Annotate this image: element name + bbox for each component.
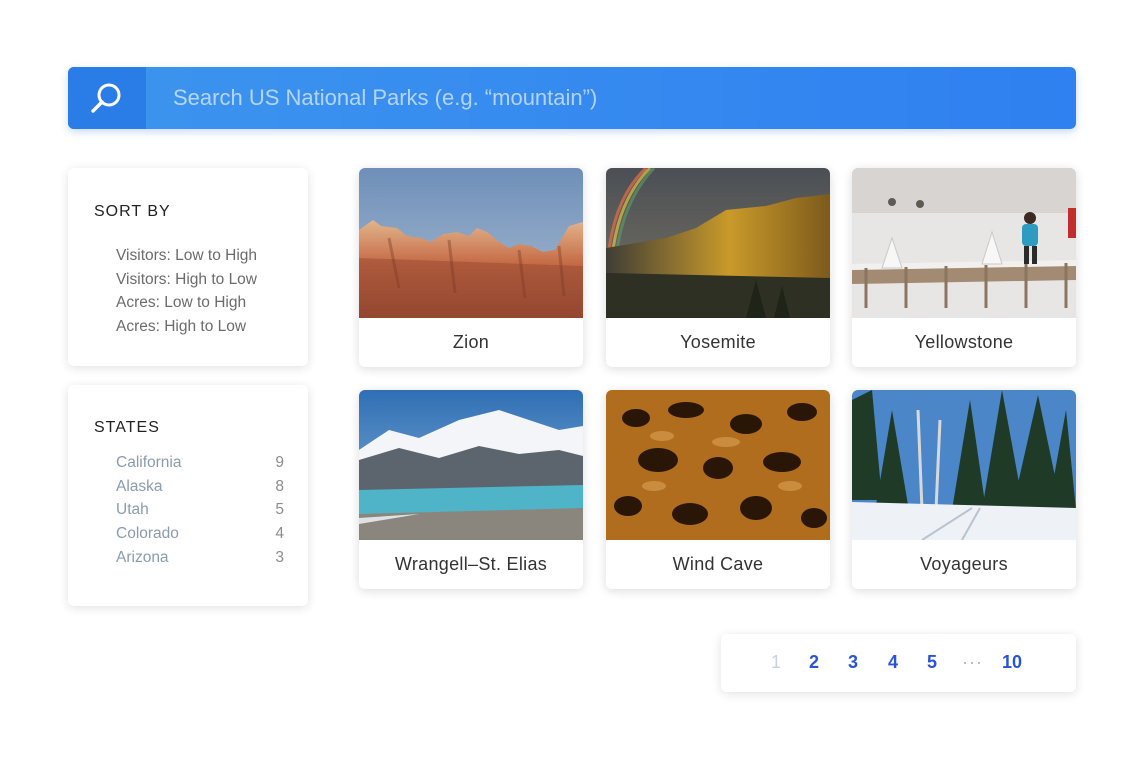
park-photo-wrangell-st-elias [359,390,583,540]
state-name: Utah [116,501,149,519]
park-name: Wrangell–St. Elias [394,554,548,574]
search-icon [91,83,121,113]
state-filter-alaska[interactable]: Alaska 8 [116,475,284,499]
sort-options: Visitors: Low to High Visitors: High to … [116,244,257,339]
state-name: Colorado [116,525,179,543]
park-photo-yellowstone [852,168,1076,318]
search-bar [68,67,1076,129]
park-photo-yosemite [606,168,830,318]
states-title: STATES [94,419,160,436]
state-filter-colorado[interactable]: Colorado 4 [116,522,284,546]
park-name: Wind Cave [672,554,764,574]
state-count: 3 [275,548,284,566]
page-3-link[interactable]: 3 [848,652,858,673]
park-name: Yellowstone [914,332,1014,352]
search-input[interactable] [146,67,1076,129]
park-card-wrangell-st-elias[interactable]: Wrangell–St. Elias [359,390,583,589]
park-name: Zion [452,332,490,352]
state-name: California [116,454,182,471]
state-count: 9 [275,454,284,471]
park-name: Voyageurs [920,554,1008,574]
sort-option-visitors-desc[interactable]: Visitors: High to Low [116,268,257,292]
page-ellipsis: ··· [962,652,983,672]
park-photo-voyageurs [852,390,1076,540]
search-button[interactable] [68,67,146,129]
sort-option-acres-asc[interactable]: Acres: Low to High [116,291,257,315]
park-card-yellowstone[interactable]: Yellowstone [852,168,1076,367]
park-card-zion[interactable]: Zion [359,168,583,367]
state-filter-list: California 9 Alaska 8 Utah 5 Colorado 4 … [116,451,284,570]
page-1-current: 1 [771,652,782,672]
state-filter-utah[interactable]: Utah 5 [116,498,284,522]
park-name: Yosemite [680,332,756,352]
sort-panel: SORT BY Visitors: Low to High Visitors: … [68,168,308,366]
state-count: 5 [275,501,284,519]
state-filter-arizona[interactable]: Arizona 3 [116,546,284,570]
sort-option-acres-desc[interactable]: Acres: High to Low [116,315,257,339]
page-2-link[interactable]: 2 [809,652,819,673]
state-name: Arizona [116,548,169,566]
park-photo-wind-cave [606,390,830,540]
states-panel: STATES California 9 Alaska 8 Utah 5 Colo… [68,385,308,606]
state-count: 4 [275,525,284,543]
state-count: 8 [275,477,284,495]
state-filter-california[interactable]: California 9 [116,451,284,475]
sort-option-visitors-asc[interactable]: Visitors: Low to High [116,244,257,268]
state-name: Alaska [116,477,163,495]
park-photo-zion [359,168,583,318]
sort-title: SORT BY [94,203,171,220]
park-card-wind-cave[interactable]: Wind Cave [606,390,830,589]
page-4-link[interactable]: 4 [888,652,898,673]
park-card-yosemite[interactable]: Yosemite [606,168,830,367]
page-5-link[interactable]: 5 [927,652,937,673]
page-10-link[interactable]: 10 [1002,652,1022,673]
pagination: 1 2 3 4 5 ··· 10 [721,634,1076,692]
park-card-voyageurs[interactable]: Voyageurs [852,390,1076,589]
